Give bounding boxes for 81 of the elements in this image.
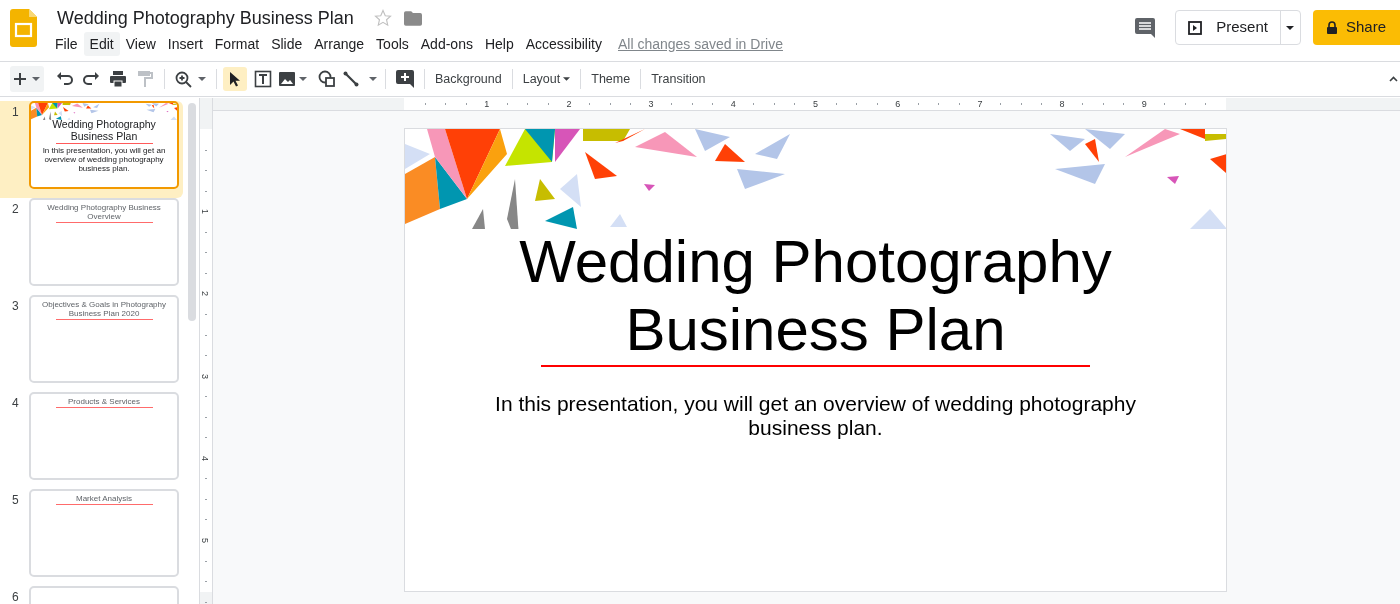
- slide-title: Wedding Photography: [519, 228, 1112, 296]
- comment-add-icon: [396, 70, 414, 88]
- slide-number: 6: [12, 589, 20, 604]
- ruler-label: 4: [729, 99, 737, 109]
- share-button[interactable]: Share: [1312, 10, 1400, 45]
- print-icon: [109, 70, 127, 88]
- menu-item[interactable]: Insert: [161, 32, 209, 56]
- star-icon[interactable]: [373, 9, 392, 27]
- image-icon: [279, 71, 295, 87]
- thumbnail-title: Products & Services: [67, 397, 141, 406]
- text-box-icon: [254, 70, 272, 88]
- ruler-label: 5: [812, 99, 819, 109]
- ruler-label: 2: [200, 291, 209, 297]
- ruler-label: 5: [200, 538, 209, 543]
- slide-thumbnail[interactable]: Wedding Photography Business Plan In this presentation, you will get an overview of wedding photography business plan.: [29, 101, 179, 189]
- menu-item[interactable]: Slide: [265, 32, 309, 56]
- slides-logo-icon: [10, 9, 37, 47]
- ruler-label: 9: [1140, 99, 1148, 109]
- toolbar-text-button[interactable]: Layout: [518, 67, 575, 91]
- redo-icon: [82, 70, 100, 88]
- thumbnail-title: Wedding Photography Business Plan: [51, 118, 157, 142]
- menu-item[interactable]: View: [119, 32, 162, 56]
- select-tool-button[interactable]: [223, 67, 247, 91]
- slide-thumbnail[interactable]: Wedding Photography Business Overview: [29, 198, 179, 286]
- caret-icon: [198, 77, 206, 81]
- toolbar-text-button[interactable]: Theme: [587, 67, 635, 91]
- caret-icon: [299, 77, 307, 81]
- menu-item[interactable]: Add-ons: [414, 32, 479, 56]
- menu-item[interactable]: Format: [208, 32, 266, 56]
- thumbnail-title: Objectives & Goals in Photography Business Plan 2020: [40, 300, 168, 318]
- slide-number: 1: [12, 104, 20, 121]
- paint-format-icon: [136, 70, 154, 88]
- ruler-label: 6: [894, 99, 902, 109]
- caret-icon: [369, 77, 377, 81]
- slide-number: 3: [12, 298, 20, 315]
- slide-thumbnail[interactable]: Objectives & Goals in Photography Business Plan 2020: [29, 295, 179, 383]
- ruler-label: 8: [1058, 99, 1066, 109]
- thumbnail-title: Wedding Photography Business Overview: [46, 203, 162, 221]
- ruler-label: 1: [483, 99, 491, 109]
- thumbnail-subtitle: In this presentation, you will get an overview of wedding photography business plan.: [41, 146, 167, 173]
- slide-subtitle: In this presentation, you will get an overview of wedding photography business plan.: [494, 392, 1137, 440]
- comment-icon[interactable]: [1135, 17, 1156, 38]
- save-status-link[interactable]: All changes saved in Drive: [618, 33, 783, 55]
- cursor-icon: [229, 71, 241, 87]
- line-icon: [343, 71, 359, 87]
- scrollbar-thumb[interactable]: [188, 103, 196, 321]
- plus-icon: [14, 73, 26, 85]
- ruler-label: 1: [200, 209, 209, 215]
- slide-thumbnail[interactable]: Market Analysis: [29, 489, 179, 577]
- ruler-label: 3: [647, 99, 655, 109]
- document-title[interactable]: Wedding Photography Business Plan: [57, 4, 354, 32]
- lock-icon: [1326, 21, 1337, 34]
- toolbar-text-button[interactable]: Transition: [647, 67, 710, 91]
- menu-item[interactable]: File: [49, 32, 84, 56]
- undo-icon: [56, 70, 74, 88]
- play-icon: [1188, 20, 1203, 35]
- menu-item[interactable]: Tools: [370, 32, 415, 56]
- thumbnail-title: Market Analysis: [75, 494, 133, 503]
- ruler-label: 3: [200, 373, 209, 379]
- shape-icon: [318, 70, 336, 88]
- slide-number: 4: [12, 395, 20, 412]
- folder-icon[interactable]: [403, 10, 422, 26]
- menu-item[interactable]: Edit: [83, 32, 120, 56]
- chevron-up-icon: [1389, 76, 1398, 82]
- caret-icon: [563, 77, 571, 81]
- menu-item[interactable]: Help: [478, 32, 520, 56]
- collapse-button[interactable]: [1389, 76, 1398, 82]
- slide-title: Business Plan: [625, 296, 1006, 364]
- toolbar-text-button[interactable]: Background: [431, 67, 506, 91]
- caret-icon: [32, 77, 40, 81]
- slide-number: 5: [12, 492, 20, 509]
- slide-number: 2: [12, 201, 20, 218]
- slide-thumbnail[interactable]: Products & Services: [29, 392, 179, 480]
- zoom-icon: [175, 70, 192, 88]
- menu-item[interactable]: Accessibility: [519, 32, 608, 56]
- ruler-label: 4: [200, 455, 209, 461]
- ruler-label: 2: [565, 99, 573, 109]
- caret-icon: [1286, 25, 1295, 30]
- new-slide-button[interactable]: [10, 66, 44, 92]
- menu-item[interactable]: Arrange: [308, 32, 371, 56]
- ruler-label: 7: [976, 99, 984, 109]
